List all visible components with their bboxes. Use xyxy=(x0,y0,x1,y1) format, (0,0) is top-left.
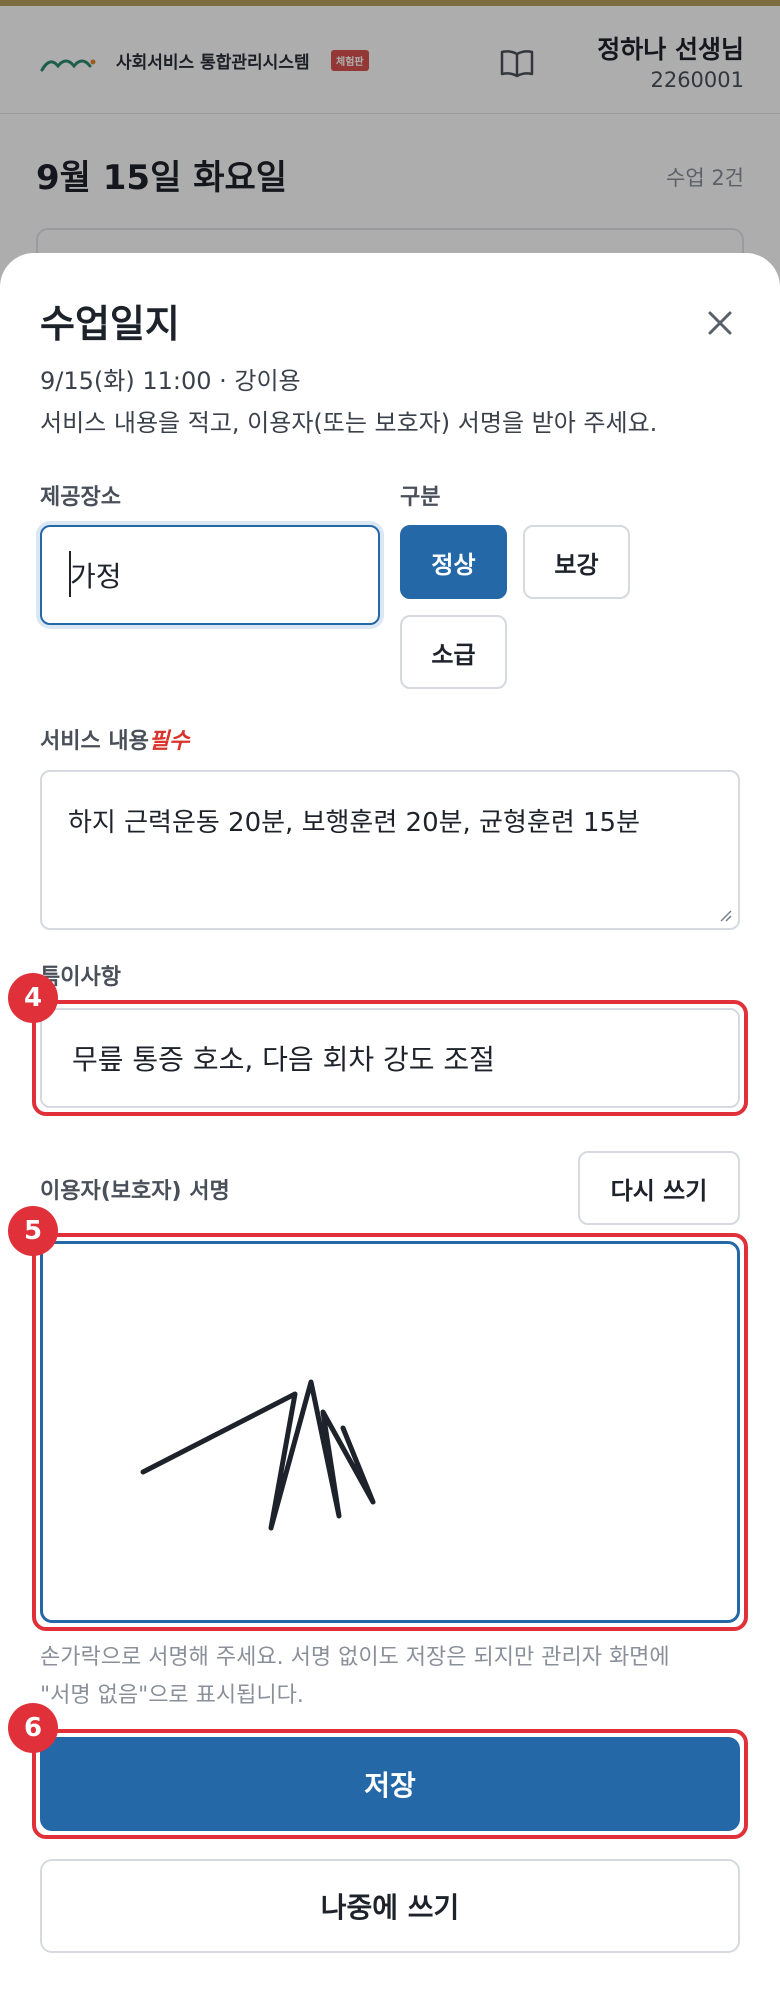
place-label: 제공장소 xyxy=(40,485,121,510)
step-5-highlight xyxy=(32,1233,748,1631)
type-label: 구분 xyxy=(400,485,441,510)
service-label-text: 서비스 내용 xyxy=(40,729,149,754)
signature-help-line2: "서명 없음"으로 표시됩니다. xyxy=(40,1683,304,1708)
type-option-makeup[interactable]: 보강 xyxy=(523,525,630,599)
step-6-badge: 6 xyxy=(8,1703,58,1753)
resize-handle-icon[interactable] xyxy=(716,906,732,922)
type-option-normal[interactable]: 정상 xyxy=(400,525,507,599)
lesson-meta: 9/15(화) 11:00 · 강이용 xyxy=(40,367,301,395)
place-input[interactable] xyxy=(40,525,380,625)
rewrite-signature-button[interactable]: 다시 쓰기 xyxy=(578,1151,740,1225)
step-5-badge: 5 xyxy=(8,1206,58,1256)
required-mark: 필수 xyxy=(148,729,190,754)
service-text: 하지 근력운동 20분, 보행훈련 20분, 균형훈련 15분 xyxy=(68,808,641,838)
lesson-instruction: 서비스 내용을 적고, 이용자(또는 보호자) 서명을 받아 주세요. xyxy=(40,409,658,437)
text-caret xyxy=(69,551,71,597)
type-option-retroactive[interactable]: 소급 xyxy=(400,615,507,689)
step-6-highlight xyxy=(32,1729,748,1839)
signature-label: 이용자(보호자) 서명 xyxy=(40,1179,230,1204)
write-later-button[interactable]: 나중에 쓰기 xyxy=(40,1859,740,1953)
signature-help-line1: 손가락으로 서명해 주세요. 서명 없이도 저장은 되지만 관리자 화면에 xyxy=(40,1645,670,1670)
step-4-badge: 4 xyxy=(8,973,58,1023)
service-label: 서비스 내용필수 xyxy=(40,723,189,755)
step-4-highlight xyxy=(32,1000,748,1116)
close-icon xyxy=(708,311,732,335)
service-textarea[interactable]: 하지 근력운동 20분, 보행훈련 20분, 균형훈련 15분 xyxy=(40,770,740,930)
sheet-title: 수업일지 xyxy=(40,302,180,346)
close-button[interactable] xyxy=(700,303,740,343)
lesson-log-sheet: 수업일지 9/15(화) 11:00 · 강이용 서비스 내용을 적고, 이용자… xyxy=(0,253,780,2000)
